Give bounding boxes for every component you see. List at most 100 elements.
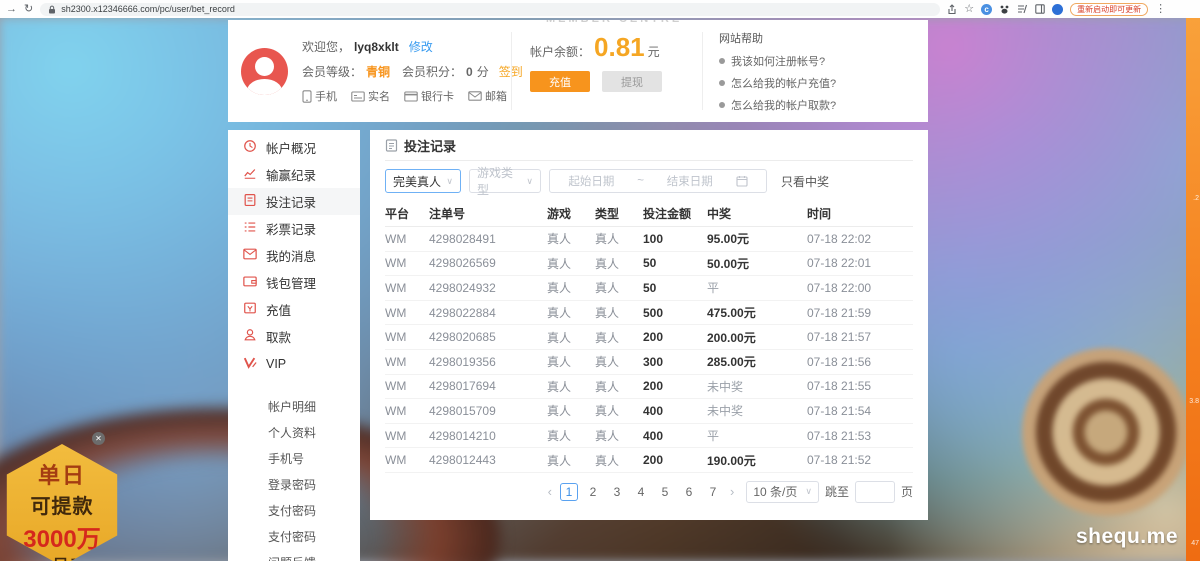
help-link[interactable]: 怎么给我的帐户充值? (719, 75, 928, 91)
extension-paw-icon[interactable] (999, 4, 1010, 15)
sidebar-item-label: 钱包管理 (266, 273, 316, 292)
right-promo-strip: .2 3.8 47 (1186, 0, 1200, 561)
sidebar-item-手机号[interactable]: 手机号 (228, 445, 360, 471)
kebab-menu-icon[interactable]: ⋮ (1155, 4, 1166, 15)
bullet-icon (719, 80, 725, 86)
page-button-5[interactable]: 5 (656, 483, 674, 501)
cell-time: 07-18 21:53 (807, 429, 913, 443)
verify-item-实名[interactable]: 实名 (351, 88, 390, 104)
page-button-1[interactable]: 1 (560, 483, 578, 501)
help-link[interactable]: 我该如何注册帐号? (719, 53, 928, 69)
cell-win: 未中奖 (707, 378, 807, 395)
cell-type: 真人 (595, 279, 643, 296)
platform-select[interactable]: 完美真人∨ (385, 169, 461, 193)
prev-page-button[interactable]: ‹ (546, 484, 554, 499)
help-link[interactable]: 怎么给我的帐户取款? (719, 97, 928, 113)
page-button-2[interactable]: 2 (584, 483, 602, 501)
page-button-6[interactable]: 6 (680, 483, 698, 501)
panel-title: 投注记录 (404, 136, 456, 155)
verify-item-银行卡[interactable]: 银行卡 (404, 88, 454, 104)
sidebar-item-钱包管理[interactable]: 钱包管理 (228, 269, 360, 296)
cell-game: 真人 (547, 353, 595, 370)
cell-amount: 200 (643, 453, 707, 467)
id-card-icon (351, 91, 365, 102)
site-help-section: 网站帮助 我该如何注册帐号?怎么给我的帐户充值?怎么给我的帐户取款? (703, 20, 928, 122)
cell-amount: 50 (643, 281, 707, 295)
avatar (241, 48, 288, 95)
verify-item-label: 手机 (315, 88, 337, 104)
edit-profile-link[interactable]: 修改 (409, 38, 433, 55)
page-button-4[interactable]: 4 (632, 483, 650, 501)
cell-amount: 200 (643, 330, 707, 344)
reload-icon[interactable]: ↻ (24, 4, 33, 15)
sidebar-item-支付密码[interactable]: 支付密码 (228, 523, 360, 549)
date-range-input[interactable]: 起始日期 ~ 结束日期 (549, 169, 767, 193)
help-link-label: 怎么给我的帐户充值? (731, 75, 836, 91)
reading-list-icon[interactable] (1017, 4, 1028, 14)
cell-amount: 200 (643, 379, 707, 393)
cell-amount: 50 (643, 256, 707, 270)
table-row: WM4298020685真人真人200200.00元07-18 21:57 (385, 325, 913, 350)
wallet-icon (243, 275, 257, 290)
sidebar-item-个人资料[interactable]: 个人资料 (228, 419, 360, 445)
verify-item-label: 邮箱 (485, 88, 507, 104)
close-icon[interactable]: ✕ (92, 432, 105, 445)
extension-blue-icon[interactable]: c (981, 4, 992, 15)
page-size-select[interactable]: 10 条/页∨ (746, 481, 819, 503)
winloss-record-icon (243, 166, 257, 183)
game-type-select[interactable]: 游戏类型∨ (469, 169, 541, 193)
points-unit: 分 (477, 63, 489, 80)
update-browser-button[interactable]: 重新启动即可更新 (1070, 3, 1148, 16)
promo-line2: 可提款 (2, 490, 122, 519)
sidebar-item-问题反馈[interactable]: 问题反馈 (228, 549, 360, 561)
sidebar-item-登录密码[interactable]: 登录密码 (228, 471, 360, 497)
only-win-filter[interactable]: 只看中奖 (781, 173, 829, 190)
sidebar-item-label: 帐户概况 (266, 138, 316, 157)
cell-order-number: 4298015709 (429, 404, 547, 418)
sidebar-item-帐户明细[interactable]: 帐户明细 (228, 393, 360, 419)
sidebar-item-支付密码[interactable]: 支付密码 (228, 497, 360, 523)
sidebar-item-取款[interactable]: 取款 (228, 323, 360, 350)
cell-platform: WM (385, 429, 429, 443)
verify-item-邮箱[interactable]: 邮箱 (468, 88, 507, 104)
jump-suffix: 页 (901, 483, 913, 500)
bet-record-icon (243, 193, 257, 210)
bet-record-panel: 投注记录 完美真人∨ 游戏类型∨ 起始日期 ~ 结束日期 只看中奖 平台注单号游… (370, 130, 928, 520)
forward-icon[interactable]: → (6, 4, 17, 15)
sidebar-item-我的消息[interactable]: 我的消息 (228, 242, 360, 269)
sidebar-item-VIP[interactable]: VIP (228, 350, 360, 377)
cell-order-number: 4298017694 (429, 379, 547, 393)
table-row: WM4298028491真人真人10095.00元07-18 22:02 (385, 227, 913, 252)
sidebar-item-输赢纪录[interactable]: 输赢纪录 (228, 161, 360, 188)
verify-item-手机[interactable]: 手机 (302, 88, 337, 104)
sidebar-item-充值[interactable]: 充值 (228, 296, 360, 323)
phone-icon (302, 90, 312, 103)
side-panel-icon[interactable] (1035, 4, 1045, 14)
help-list: 我该如何注册帐号? 怎么给我的帐户充值? 怎么给我的帐户取款? (719, 53, 928, 113)
sidebar-item-投注记录[interactable]: 投注记录 (228, 188, 360, 215)
address-bar[interactable]: sh2300.x12346666.com/pc/user/bet_record (40, 3, 940, 16)
page-button-3[interactable]: 3 (608, 483, 626, 501)
page-button-7[interactable]: 7 (704, 483, 722, 501)
next-page-button[interactable]: › (728, 484, 736, 499)
sidebar-item-彩票记录[interactable]: 彩票记录 (228, 215, 360, 242)
browser-profile-avatar[interactable] (1052, 4, 1063, 15)
cell-platform: WM (385, 281, 429, 295)
platform-select-value: 完美真人 (393, 173, 441, 190)
share-icon[interactable] (947, 4, 957, 15)
url-text: sh2300.x12346666.com/pc/user/bet_record (61, 4, 235, 14)
bookmark-star-icon[interactable]: ☆ (964, 4, 974, 15)
user-summary: 欢迎您，lyq8xklt 修改 会员等级：青铜 会员积分：0分 签到 手机实名银… (228, 20, 511, 122)
cell-amount: 400 (643, 404, 707, 418)
jump-page-input[interactable] (855, 481, 895, 503)
level-label: 会员等级： (302, 63, 362, 80)
game-type-placeholder: 游戏类型 (477, 164, 522, 198)
cell-time: 07-18 21:55 (807, 379, 913, 393)
recharge-button[interactable]: 充值 (530, 71, 590, 92)
date-separator: ~ (637, 175, 644, 187)
member-centre-heading: MEMBER CENTRE (546, 20, 682, 25)
withdraw-button[interactable]: 提现 (602, 71, 662, 92)
bet-record-doc-icon (385, 139, 398, 152)
sidebar-item-帐户概况[interactable]: 帐户概况 (228, 134, 360, 161)
table-header-row: 平台注单号游戏类型投注金额中奖时间 (385, 201, 913, 227)
